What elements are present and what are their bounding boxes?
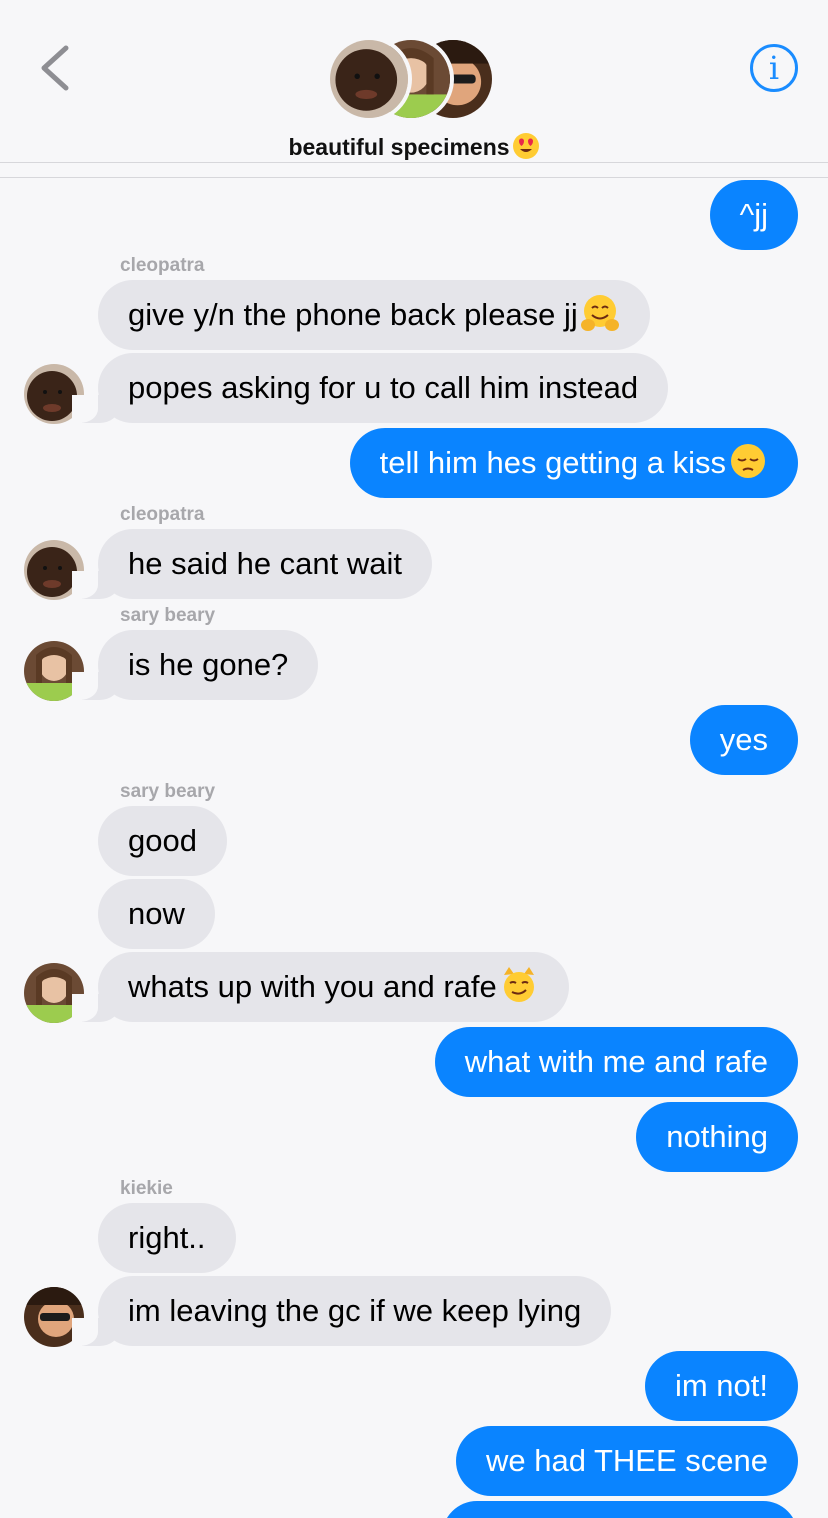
pensive-face-emoji	[728, 441, 768, 481]
message-bubble-incoming[interactable]: is he gone?	[71, 630, 319, 700]
sender-name: cleopatra	[120, 504, 205, 525]
message-text: popes asking for u to call him instead	[128, 370, 639, 405]
sender-name: sary beary	[120, 605, 216, 626]
message-text: im not!	[674, 1368, 768, 1403]
chevron-left-icon	[41, 45, 69, 91]
header-divider	[0, 162, 828, 163]
heart-eyes-emoji	[512, 132, 540, 160]
group-avatar-stack[interactable]	[326, 36, 496, 126]
message-text: we had THEE scene	[485, 1443, 768, 1478]
message-bubble-outgoing[interactable]: ^jj	[709, 180, 798, 250]
message-bubble-incoming[interactable]: im leaving the gc if we keep lying	[71, 1276, 612, 1346]
message-bubble-outgoing[interactable]: nothing	[636, 1102, 798, 1172]
message-bubble-incoming[interactable]: now	[98, 879, 215, 949]
sender-name: sary beary	[120, 781, 216, 802]
header-divider-bottom	[0, 177, 828, 178]
hugging-face-emoji	[580, 293, 620, 333]
group-name: beautiful specimens	[288, 134, 510, 160]
message-bubble-incoming[interactable]: give y/n the phone back please jj	[98, 280, 650, 350]
sender-name: kiekie	[120, 1178, 173, 1199]
message-text: ^jj	[739, 197, 768, 232]
message-bubble-outgoing[interactable]: im not!	[644, 1351, 798, 1421]
message-bubble-outgoing[interactable]: we had THEE scene	[455, 1426, 798, 1496]
group-title[interactable]: beautiful specimens	[0, 132, 828, 160]
sender-name: cleopatra	[120, 255, 205, 276]
message-text: he said he cant wait	[128, 546, 403, 581]
message-bubble-incoming[interactable]: popes asking for u to call him instead	[71, 353, 669, 423]
message-bubble-incoming[interactable]: he said he cant wait	[71, 529, 433, 599]
message-bubble-incoming[interactable]: right..	[98, 1203, 236, 1273]
info-icon: i	[768, 49, 780, 87]
message-text: what with me and rafe	[464, 1044, 768, 1079]
smirking-cat-emoji	[499, 965, 539, 1005]
message-bubble-outgoing[interactable]: tell him hes getting a kiss	[349, 428, 798, 498]
message-text: is he gone?	[128, 647, 289, 682]
message-text: give y/n the phone back please jj	[128, 297, 578, 332]
message-text: yes	[719, 722, 768, 757]
message-bubble-incoming[interactable]: good	[98, 806, 227, 876]
message-text: right..	[128, 1220, 206, 1255]
message-text: now	[128, 896, 185, 931]
message-bubble-outgoing-partial[interactable]	[442, 1501, 798, 1518]
message-text: im leaving the gc if we keep lying	[128, 1293, 582, 1328]
message-bubble-incoming[interactable]: whats up with you and rafe	[72, 952, 569, 1022]
message-bubble-outgoing[interactable]: what with me and rafe	[434, 1027, 798, 1097]
message-text: whats up with you and rafe	[128, 969, 497, 1004]
back-button[interactable]	[36, 40, 76, 96]
group-avatar-cleopatra	[326, 36, 412, 122]
info-button[interactable]: i	[750, 44, 798, 92]
message-text: good	[128, 823, 197, 858]
message-text: nothing	[666, 1119, 768, 1154]
conversation-header: beautiful specimens i	[0, 0, 828, 178]
message-bubble-outgoing[interactable]: yes	[689, 705, 798, 775]
message-text: tell him hes getting a kiss	[379, 445, 726, 480]
